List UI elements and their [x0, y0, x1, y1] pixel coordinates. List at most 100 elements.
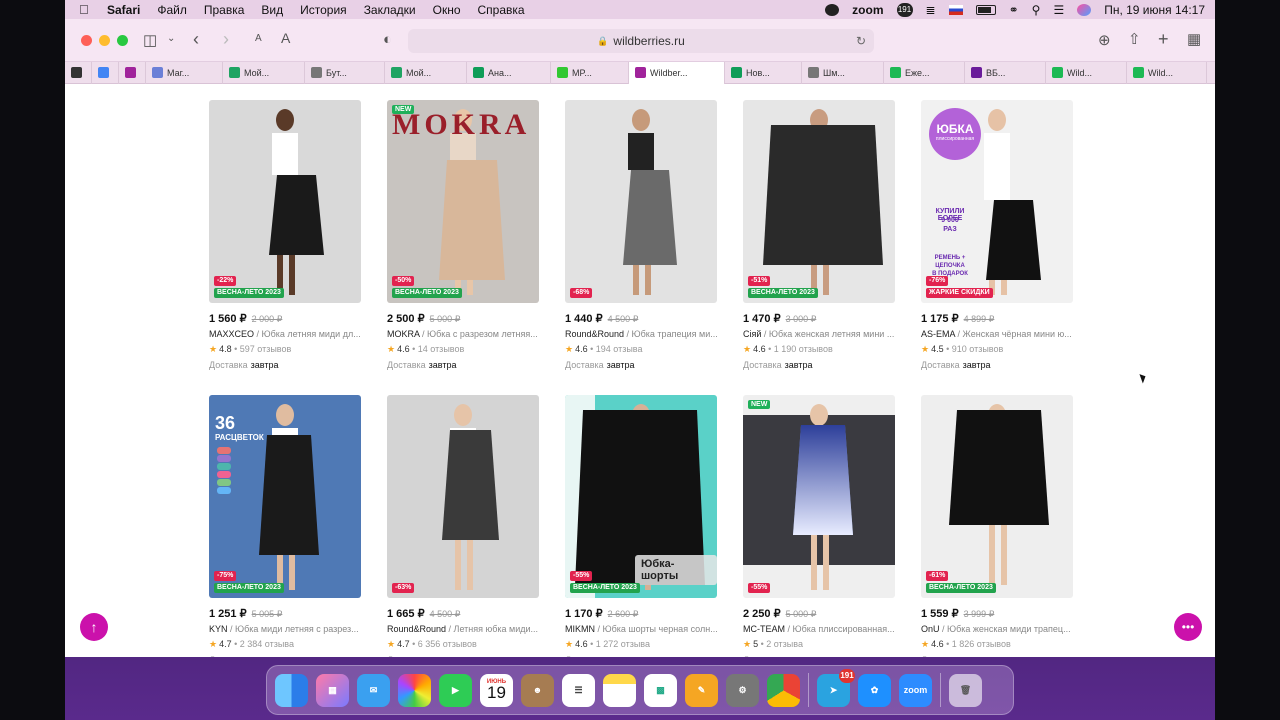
product-image[interactable]: Юбка-шорты -55% ВЕСНА-ЛЕТО 2023	[565, 395, 717, 598]
notification-badge[interactable]: 191	[896, 2, 913, 17]
safari-icon[interactable]: ✿	[858, 673, 891, 707]
siri-icon[interactable]	[1077, 3, 1092, 16]
reminders-icon[interactable]: ☰	[562, 673, 595, 707]
chat-button[interactable]: •••	[1174, 613, 1202, 641]
contacts-icon[interactable]: ☻	[521, 673, 554, 707]
launchpad-icon[interactable]: ▦	[316, 673, 349, 707]
menu-help[interactable]: Справка	[478, 3, 525, 17]
browser-tab[interactable]: Wild...	[1127, 61, 1207, 84]
product-image[interactable]: 36 РАСЦВЕТОК -75% ВЕСНА-ЛЕТО 2023	[209, 395, 361, 598]
product-title[interactable]: Сіяй / Юбка женская летняя мини ...	[743, 329, 895, 339]
address-bar[interactable]: 🔒 wildberries.ru ↻	[408, 29, 874, 53]
browser-tab[interactable]: Wild...	[1046, 61, 1127, 84]
product-card[interactable]: -63% 1 665 ₽ 4 500 ₽ Round&Round / Летняя ю…	[387, 395, 539, 657]
numbers-icon[interactable]: ▩	[644, 673, 677, 707]
photos-icon[interactable]	[398, 673, 431, 707]
forward-icon[interactable]: ›	[223, 29, 229, 50]
share-icon[interactable]: ⇧	[1128, 30, 1141, 48]
product-title[interactable]: Round&Round / Летняя юбка миди...	[387, 624, 539, 634]
product-image[interactable]: -68%	[565, 100, 717, 303]
chrome-icon[interactable]	[767, 673, 800, 707]
privacy-shield-icon[interactable]: ◐	[383, 31, 392, 48]
browser-tab[interactable]: Нов...	[725, 61, 802, 84]
product-image[interactable]: -61% ВЕСНА-ЛЕТО 2023	[921, 395, 1073, 598]
menu-view[interactable]: Вид	[261, 3, 283, 17]
product-card[interactable]: 36 РАСЦВЕТОК -75% ВЕСНА-ЛЕТО 2023 1 251 ₽ 5 0…	[209, 395, 361, 657]
browser-tab[interactable]: Wildber...	[629, 61, 725, 84]
browser-tab[interactable]	[65, 61, 92, 84]
record-icon[interactable]	[825, 3, 840, 16]
menu-bookmarks[interactable]: Закладки	[364, 3, 416, 17]
apple-icon[interactable]: 	[79, 2, 93, 17]
notes-icon[interactable]	[603, 673, 636, 707]
pages-icon[interactable]: ✎	[685, 673, 718, 707]
text-smaller-icon[interactable]: A	[255, 33, 262, 44]
chevron-down-icon[interactable]: ⌄	[167, 33, 175, 44]
menu-clock[interactable]: Пн, 19 июня 14:17	[1104, 3, 1205, 17]
product-title[interactable]: Round&Round / Юбка трапеция ми...	[565, 329, 717, 339]
link-icon[interactable]: ⚭	[1009, 3, 1019, 17]
product-image[interactable]: MOKRA NEW -50% ВЕСНА-ЛЕТО 2023	[387, 100, 539, 303]
menu-history[interactable]: История	[300, 3, 347, 17]
browser-tab[interactable]: Мой...	[385, 61, 467, 84]
browser-tab[interactable]: Ана...	[467, 61, 551, 84]
product-title[interactable]: MOKRA / Юбка с разрезом летняя...	[387, 329, 539, 339]
menu-app-name[interactable]: Safari	[107, 3, 140, 17]
text-larger-icon[interactable]: A	[281, 30, 290, 46]
product-image[interactable]: -63%	[387, 395, 539, 598]
browser-tab[interactable]: ВБ...	[965, 61, 1046, 84]
product-title[interactable]: MC-TEAM / Юбка плиссированная...	[743, 624, 895, 634]
product-title[interactable]: OnU / Юбка женская миди трапец...	[921, 624, 1073, 634]
product-card[interactable]: -61% ВЕСНА-ЛЕТО 2023 1 559 ₽ 3 999 ₽ OnU / Ю…	[921, 395, 1073, 657]
airdrop-icon[interactable]: ≣	[926, 3, 936, 17]
product-card[interactable]: -68% 1 440 ₽ 4 500 ₽ Round&Round / Юбка тра…	[565, 100, 717, 370]
control-center-icon[interactable]: ☰	[1053, 3, 1064, 17]
input-source-flag-icon[interactable]	[948, 4, 963, 15]
tab-overview-icon[interactable]: ▦	[1187, 30, 1201, 48]
calendar-icon[interactable]: ИЮНЬ 19	[480, 673, 513, 707]
close-window-button[interactable]	[81, 34, 92, 46]
browser-tab[interactable]: Маг...	[146, 61, 223, 84]
browser-tab[interactable]: Еже...	[884, 61, 965, 84]
product-card[interactable]: -51% ВЕСНА-ЛЕТО 2023 1 470 ₽ 3 000 ₽ Сіяй / …	[743, 100, 895, 370]
product-card[interactable]: MOKRA NEW -50% ВЕСНА-ЛЕТО 2023 2 500 ₽ 5 000 …	[387, 100, 539, 370]
scroll-top-button[interactable]: ↑	[80, 613, 108, 641]
menu-file[interactable]: Файл	[157, 3, 187, 17]
download-icon[interactable]: ⊕	[1098, 31, 1111, 49]
product-card[interactable]: -22% ВЕСНА-ЛЕТО 2023 1 560 ₽ 2 000 ₽ MAXXCEO…	[209, 100, 361, 370]
browser-tab[interactable]: Бут...	[305, 61, 385, 84]
browser-tab[interactable]	[119, 61, 146, 84]
product-image[interactable]: -22% ВЕСНА-ЛЕТО 2023	[209, 100, 361, 303]
battery-icon[interactable]	[975, 4, 996, 15]
product-image[interactable]: ЮБКА плиссированная КУПИЛИ БОЛЕЕ 9 000 РАЗ РЕ…	[921, 100, 1073, 303]
search-icon[interactable]: ⚲	[1032, 3, 1041, 17]
product-card[interactable]: ЮБКА плиссированная КУПИЛИ БОЛЕЕ 9 000 РАЗ РЕ…	[921, 100, 1073, 370]
product-title[interactable]: MAXXCEO / Юбка летняя миди дл...	[209, 329, 361, 339]
browser-tab[interactable]	[92, 61, 119, 84]
zoom-icon[interactable]: zoom	[899, 673, 932, 707]
product-image[interactable]: NEW -55%	[743, 395, 895, 598]
product-card[interactable]: NEW -55% 2 250 ₽5 000 ₽ MC-TEAM / Юбка плис…	[743, 395, 895, 657]
product-title[interactable]: MIKMN / Юбка шорты черная солн...	[565, 624, 717, 634]
browser-tab[interactable]: Шм...	[802, 61, 884, 84]
telegram-icon[interactable]: ➤ 191	[817, 668, 855, 707]
mail-icon[interactable]: ✉	[357, 673, 390, 707]
trash-icon[interactable]: 🗑	[949, 673, 982, 707]
product-card[interactable]: Юбка-шорты -55% ВЕСНА-ЛЕТО 2023 1 170 ₽ 2 60…	[565, 395, 717, 657]
product-title[interactable]: KYN / Юбка миди летняя с разрез...	[209, 624, 361, 634]
browser-tab[interactable]: Мой...	[223, 61, 305, 84]
finder-icon[interactable]	[275, 673, 308, 707]
menu-edit[interactable]: Правка	[204, 3, 245, 17]
zoom-status[interactable]: zoom	[852, 3, 883, 17]
fullscreen-window-button[interactable]	[117, 34, 128, 46]
facetime-icon[interactable]: ▶	[439, 673, 472, 707]
new-tab-icon[interactable]: +	[1158, 29, 1169, 50]
menu-window[interactable]: Окно	[433, 3, 461, 17]
product-image[interactable]: -51% ВЕСНА-ЛЕТО 2023	[743, 100, 895, 303]
back-icon[interactable]: ‹	[193, 29, 199, 50]
system-settings-icon[interactable]: ⚙	[726, 673, 759, 707]
sidebar-icon[interactable]: ◫	[143, 31, 157, 49]
product-title[interactable]: AS-EMA / Женская чёрная мини ю...	[921, 329, 1073, 339]
browser-tab[interactable]: MP...	[551, 61, 629, 84]
reload-icon[interactable]: ↻	[856, 34, 866, 48]
